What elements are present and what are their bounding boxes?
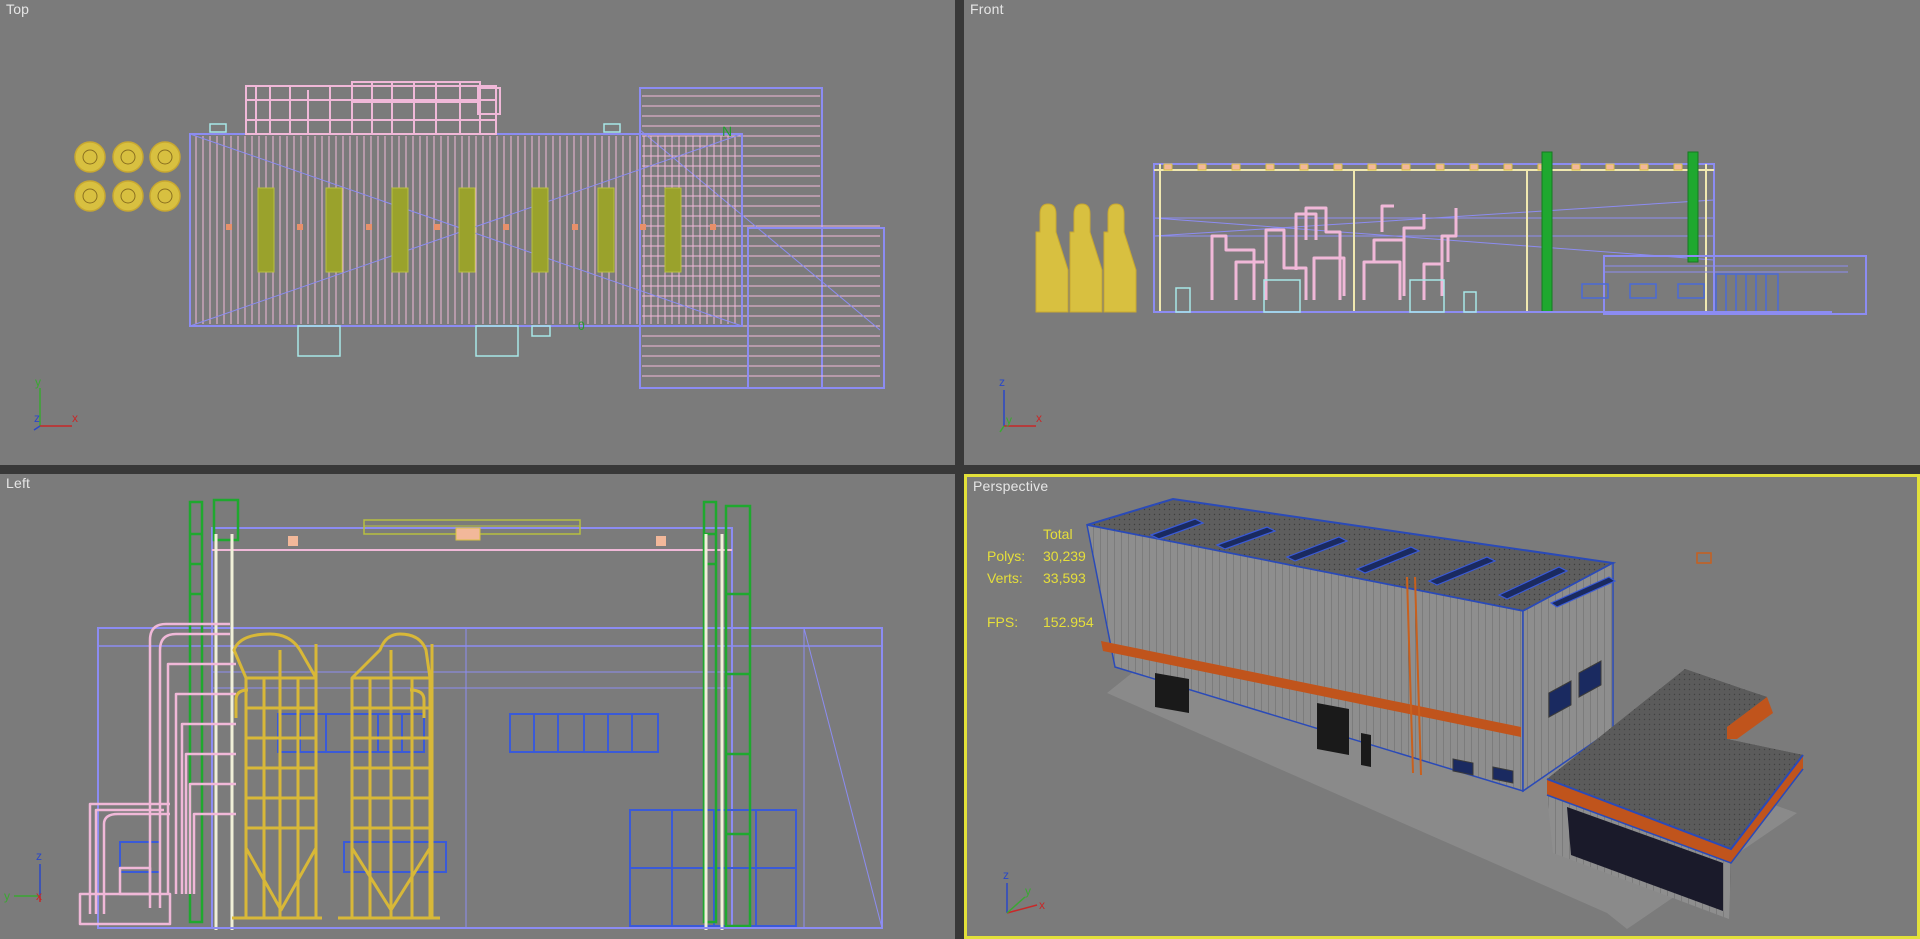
axis-gizmo-top: y z x	[33, 375, 78, 431]
axis-gizmo-perspective: z y x	[1003, 868, 1045, 914]
axis-label-a: y	[35, 375, 41, 389]
viewport-left[interactable]: Left z y x	[0, 474, 955, 939]
axis-label-b: z	[34, 411, 40, 425]
axis-label-c: x	[36, 889, 42, 903]
axis-label-a: z	[999, 375, 1005, 389]
axis-label-a: z	[36, 849, 42, 863]
viewport-perspective[interactable]: Perspective z y x Total Polys: 30,239 Ve…	[964, 474, 1920, 939]
left-view-wireframe: z y x	[4, 498, 883, 930]
stats-polys-value: 30,239	[1043, 548, 1086, 564]
axis-label-b: y	[4, 889, 10, 903]
top-view-wireframe: N 0 y z x	[33, 81, 885, 431]
axis-gizmo-front: z y x	[999, 375, 1042, 433]
axis-label-c: x	[1039, 898, 1045, 912]
axis-label-c: x	[72, 411, 78, 425]
front-view-wireframe: z y x	[999, 151, 1867, 433]
stats-polys-label: Polys:	[987, 548, 1026, 564]
viewport-top[interactable]: Top N 0 y z x	[0, 0, 955, 465]
stats-total-label: Total	[1043, 526, 1073, 542]
perspective-view-render: z y x	[1003, 497, 1804, 929]
axis-label-b: y	[1006, 413, 1012, 427]
axis-label-c: x	[1036, 411, 1042, 425]
svg-text:0: 0	[578, 319, 585, 333]
viewport-front[interactable]: Front z y x	[964, 0, 1920, 465]
axis-gizmo-left: z y x	[4, 849, 42, 903]
axis-label-a: z	[1003, 868, 1009, 882]
axis-label-b: y	[1025, 884, 1031, 898]
stats-fps-value: 152.954	[1043, 614, 1094, 630]
stats-verts-label: Verts:	[987, 570, 1023, 586]
stats-verts-value: 33,593	[1043, 570, 1086, 586]
svg-text:N: N	[722, 123, 732, 139]
stats-fps-label: FPS:	[987, 614, 1019, 630]
